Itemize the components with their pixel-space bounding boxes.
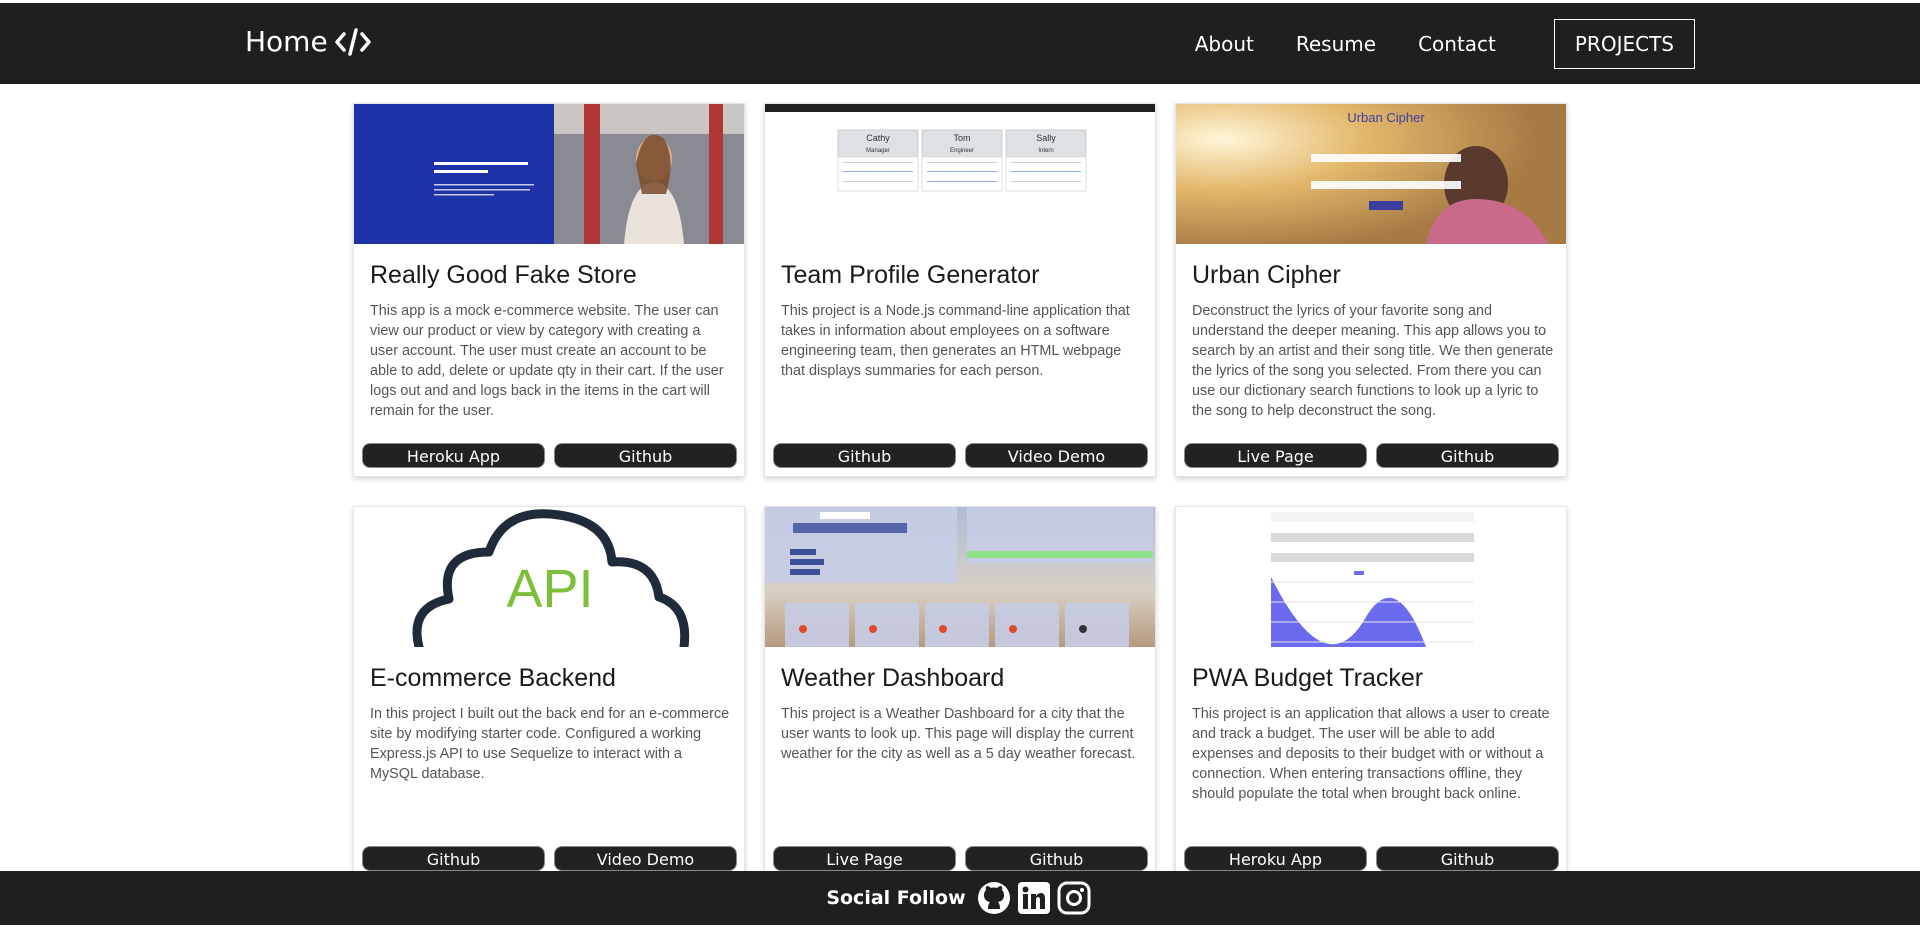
live-page-button[interactable]: Live Page: [1184, 443, 1367, 468]
project-thumbnail[interactable]: API: [354, 507, 744, 647]
live-page-button[interactable]: Live Page: [773, 846, 956, 871]
navbar: Home About Resume Contact PROJECTS: [0, 3, 1920, 84]
project-thumbnail[interactable]: Urban Cipher: [1176, 104, 1566, 244]
social-follow-label: Social Follow: [826, 887, 966, 909]
project-description: This app is a mock e-commerce website. T…: [370, 303, 724, 419]
project-description: This project is a Node.js command-line a…: [781, 303, 1130, 379]
footer: Social Follow: [0, 871, 1920, 925]
heroku-app-button[interactable]: Heroku App: [362, 443, 545, 468]
github-icon[interactable]: [977, 881, 1011, 915]
brand-home-link[interactable]: Home: [245, 25, 372, 58]
nav-projects[interactable]: PROJECTS: [1553, 18, 1695, 69]
svg-text:Manager: Manager: [866, 148, 890, 154]
nav-about[interactable]: About: [1195, 32, 1254, 56]
linkedin-icon[interactable]: [1017, 881, 1051, 915]
project-card-ecommerce-backend: API E-commerce Backend In this project I…: [353, 506, 745, 880]
svg-text:Tom: Tom: [953, 133, 970, 143]
project-title: Weather Dashboard: [781, 664, 1005, 692]
project-card-pwa-budget: PWA Budget Tracker This project is an ap…: [1175, 506, 1567, 880]
instagram-icon[interactable]: [1057, 881, 1091, 915]
svg-text:Cathy: Cathy: [866, 133, 890, 143]
budget-tracker-screenshot: [1176, 507, 1566, 647]
github-button[interactable]: Github: [554, 443, 737, 468]
project-description: This project is an application that allo…: [1192, 706, 1550, 802]
github-button[interactable]: Github: [965, 846, 1148, 871]
project-card-urban-cipher: Urban Cipher Urban Cipher Deconstruct th…: [1175, 103, 1567, 477]
github-button[interactable]: Github: [773, 443, 956, 468]
urban-cipher-screenshot: Urban Cipher: [1176, 104, 1566, 244]
project-title: PWA Budget Tracker: [1192, 664, 1424, 692]
video-demo-button[interactable]: Video Demo: [554, 846, 737, 871]
project-description: In this project I built out the back end…: [370, 706, 730, 782]
github-button[interactable]: Github: [1376, 846, 1559, 871]
project-card-fake-store: Really Good Fake Store This app is a moc…: [353, 103, 745, 477]
code-icon: [334, 27, 371, 56]
project-thumbnail[interactable]: [1176, 507, 1566, 647]
github-button[interactable]: Github: [1376, 443, 1559, 468]
fake-store-screenshot: [354, 104, 744, 244]
project-title: Really Good Fake Store: [370, 261, 637, 289]
project-thumbnail[interactable]: [765, 507, 1155, 647]
svg-text:Urban Cipher: Urban Cipher: [1347, 110, 1425, 125]
svg-text:Sally: Sally: [1036, 133, 1056, 143]
project-thumbnail[interactable]: Cathy Manager Tom Engineer Sally Intern: [765, 104, 1155, 244]
project-title: Team Profile Generator: [781, 261, 1040, 289]
nav-resume[interactable]: Resume: [1296, 32, 1376, 56]
nav-links: About Resume Contact PROJECTS: [1195, 3, 1920, 84]
project-card-weather-dashboard: Weather Dashboard This project is a Weat…: [764, 506, 1156, 880]
github-button[interactable]: Github: [362, 846, 545, 871]
project-description: This project is a Weather Dashboard for …: [781, 706, 1136, 762]
project-thumbnail[interactable]: [354, 104, 744, 244]
nav-contact[interactable]: Contact: [1418, 32, 1496, 56]
project-description: Deconstruct the lyrics of your favorite …: [1192, 303, 1554, 419]
video-demo-button[interactable]: Video Demo: [965, 443, 1148, 468]
brand-label: Home: [245, 25, 328, 58]
heroku-app-button[interactable]: Heroku App: [1184, 846, 1367, 871]
api-label: API: [506, 559, 593, 619]
project-title: Urban Cipher: [1192, 261, 1341, 289]
svg-text:Intern: Intern: [1038, 148, 1053, 154]
team-profile-screenshot: Cathy Manager Tom Engineer Sally Intern: [765, 104, 1155, 244]
project-title: E-commerce Backend: [370, 664, 616, 692]
weather-dashboard-screenshot: [765, 507, 1155, 647]
svg-text:Engineer: Engineer: [950, 148, 974, 154]
project-card-team-profile: Cathy Manager Tom Engineer Sally Intern: [764, 103, 1156, 477]
api-cloud-image: API: [354, 507, 744, 647]
